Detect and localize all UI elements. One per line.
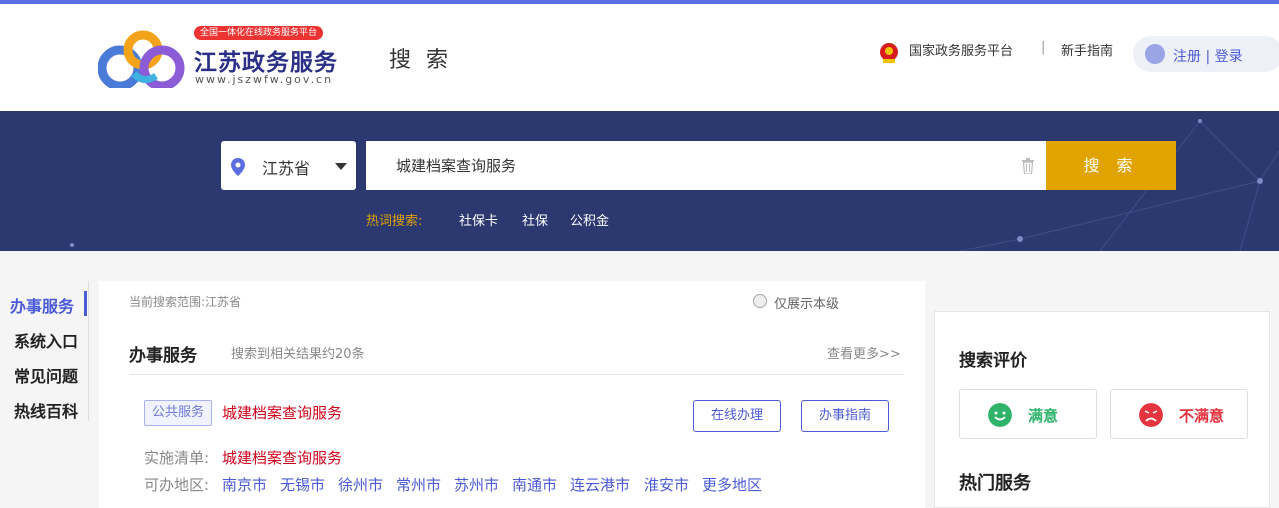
results-panel: 当前搜索范围:江苏省 仅展示本级 办事服务 搜索到相关结果约20条 查看更多>>… bbox=[99, 281, 925, 508]
result-count: 搜索到相关结果约20条 bbox=[231, 347, 365, 362]
city-link[interactable]: 常州市 bbox=[396, 474, 441, 495]
chevron-down-icon bbox=[335, 163, 347, 170]
city-link[interactable]: 无锡市 bbox=[280, 474, 325, 495]
city-link[interactable]: 南京市 bbox=[222, 474, 267, 495]
logo-badge: 全国一体化在线政务服务平台 bbox=[194, 26, 324, 40]
logo-url: www.jszwfw.gov.cn bbox=[195, 73, 334, 86]
active-indicator bbox=[84, 291, 87, 316]
login-area: 注册 | 登录 bbox=[1133, 36, 1279, 72]
search-input[interactable] bbox=[396, 141, 996, 190]
city-link[interactable]: 徐州市 bbox=[338, 474, 383, 495]
hot-search-item[interactable]: 社保卡 bbox=[459, 210, 498, 229]
unsatisfied-button[interactable]: 不满意 bbox=[1110, 389, 1248, 439]
hot-search-label: 热词搜索: bbox=[366, 214, 423, 229]
only-this-level-radio[interactable] bbox=[753, 294, 767, 308]
smile-face-icon bbox=[988, 403, 1012, 427]
only-this-level-label[interactable]: 仅展示本级 bbox=[774, 293, 839, 312]
nav-item-faq[interactable]: 常见问题 bbox=[14, 363, 78, 387]
hot-search-item[interactable]: 社保 bbox=[522, 210, 548, 229]
search-box bbox=[366, 141, 1047, 190]
site-logo[interactable]: 全国一体化在线政务服务平台 江苏政务服务 www.jszwfw.gov.cn bbox=[98, 26, 338, 92]
login-links: 注册 | 登录 bbox=[1173, 46, 1243, 66]
rating-panel: 搜索评价 满意 不满意 热门服务 bbox=[934, 311, 1270, 508]
service-type-tag: 公共服务 bbox=[144, 400, 212, 426]
logo-mark-icon bbox=[98, 30, 185, 88]
main-area: 办事服务 系统入口 常见问题 热线百科 当前搜索范围:江苏省 仅展示本级 办事服… bbox=[0, 251, 1279, 508]
more-areas-link[interactable]: 更多地区 bbox=[702, 474, 762, 495]
logo-name: 江苏政务服务 bbox=[194, 50, 338, 76]
city-link[interactable]: 连云港市 bbox=[570, 474, 630, 495]
register-link[interactable]: 注册 bbox=[1173, 49, 1201, 65]
page-title: 搜 索 bbox=[389, 48, 452, 73]
login-separator: | bbox=[1205, 49, 1211, 65]
search-scope: 当前搜索范围:江苏省 bbox=[129, 295, 242, 309]
satisfied-label: 满意 bbox=[1028, 407, 1059, 425]
impl-list-link[interactable]: 城建档案查询服务 bbox=[222, 447, 342, 468]
city-link[interactable]: 苏州市 bbox=[454, 474, 499, 495]
area-label: 可办地区: bbox=[144, 476, 210, 494]
nav-item-hotline-wiki[interactable]: 热线百科 bbox=[14, 398, 78, 422]
search-button[interactable]: 搜 索 bbox=[1046, 141, 1176, 190]
section-divider bbox=[129, 374, 904, 375]
city-link[interactable]: 淮安市 bbox=[644, 474, 689, 495]
clear-trash-icon[interactable] bbox=[1021, 158, 1035, 174]
city-link[interactable]: 南通市 bbox=[512, 474, 557, 495]
location-pin-icon bbox=[231, 158, 245, 176]
satisfied-button[interactable]: 满意 bbox=[959, 389, 1097, 439]
nav-separator: | bbox=[1041, 40, 1046, 55]
section-title: 办事服务 bbox=[129, 346, 197, 366]
rating-title: 搜索评价 bbox=[959, 351, 1027, 371]
view-more-link[interactable]: 查看更多>> bbox=[827, 343, 901, 362]
angry-face-icon bbox=[1139, 403, 1163, 427]
impl-list-label: 实施清单: bbox=[144, 449, 210, 467]
online-apply-button[interactable]: 在线办理 bbox=[693, 400, 781, 432]
service-guide-button[interactable]: 办事指南 bbox=[801, 400, 889, 432]
nav-divider bbox=[88, 281, 89, 421]
region-label: 江苏省 bbox=[262, 159, 311, 178]
hot-search-item[interactable]: 公积金 bbox=[570, 210, 609, 229]
hot-services-title: 热门服务 bbox=[959, 473, 1031, 494]
national-emblem-icon bbox=[880, 43, 898, 63]
header: 全国一体化在线政务服务平台 江苏政务服务 www.jszwfw.gov.cn 搜… bbox=[0, 4, 1279, 111]
guide-link[interactable]: 新手指南 bbox=[1061, 40, 1113, 59]
user-avatar-icon bbox=[1145, 44, 1165, 64]
login-link[interactable]: 登录 bbox=[1215, 49, 1243, 65]
national-platform-link[interactable]: 国家政务服务平台 bbox=[909, 40, 1013, 59]
nav-item-system-entry[interactable]: 系统入口 bbox=[14, 328, 78, 352]
unsatisfied-label: 不满意 bbox=[1179, 407, 1225, 425]
result-title-link[interactable]: 城建档案查询服务 bbox=[222, 402, 342, 423]
search-banner: 江苏省 搜 索 热词搜索: 社保卡 社保 公积金 bbox=[0, 111, 1279, 251]
nav-item-services[interactable]: 办事服务 bbox=[10, 293, 74, 317]
region-selector[interactable]: 江苏省 bbox=[221, 141, 356, 190]
